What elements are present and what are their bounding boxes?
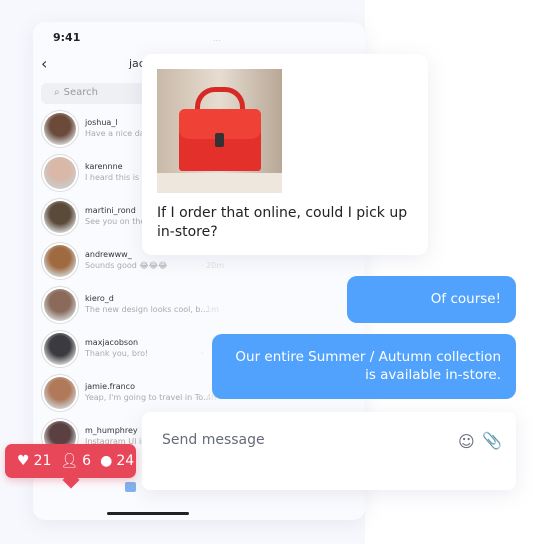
avatar [41, 154, 79, 192]
heart-icon: ♥ [17, 453, 30, 469]
avatar [41, 330, 79, 368]
incoming-message: If I order that online, could I pick up … [142, 54, 428, 255]
home-indicator [107, 512, 189, 515]
likes-count: 21 [33, 453, 52, 469]
avatar [41, 286, 79, 324]
username: karennne [85, 162, 123, 171]
conversation-item[interactable]: jamie.franco Yeap, I'm going to travel i… [41, 374, 241, 414]
message-preview: I heard this is a [85, 173, 147, 182]
notification-badge: ♥ 21 👤︎ 6 ● 24 [5, 444, 136, 478]
user-icon: 👤︎ [60, 453, 79, 469]
timestamp: · 1m [201, 305, 219, 314]
followers-count: 6 [82, 453, 92, 469]
search-placeholder: Search [63, 87, 98, 98]
username: jamie.franco [85, 382, 135, 391]
search-icon: ⌕ [54, 87, 60, 98]
outgoing-message: Our entire Summer / Autumn collection is… [212, 334, 516, 399]
camera-icon[interactable] [125, 482, 136, 492]
conversation-item[interactable]: maxjacobson Thank you, bro! · [41, 330, 241, 370]
avatar [41, 198, 79, 236]
outgoing-message: Of course! [347, 276, 516, 323]
emoji-icon[interactable]: ☺ [458, 432, 475, 451]
comments-count: 24 [116, 453, 135, 469]
username: kiero_d [85, 294, 114, 303]
incoming-message-text: If I order that online, could I pick up … [157, 205, 408, 240]
username: maxjacobson [85, 338, 139, 347]
attachment-icon[interactable]: 📎 [482, 431, 502, 450]
avatar [41, 374, 79, 412]
message-preview: See you on the [85, 217, 146, 226]
message-preview: Thank you, bro! [85, 349, 149, 358]
message-composer[interactable]: Send message ☺ 📎 [142, 412, 516, 490]
username: joshua_l [85, 118, 118, 127]
message-input[interactable]: Send message [162, 432, 265, 448]
message-preview: Sounds good 😂😂😂 [85, 261, 168, 270]
back-icon[interactable]: ‹ [41, 54, 47, 73]
avatar [41, 242, 79, 280]
message-preview: The new design looks cool, b... [85, 305, 209, 314]
timestamp: · 20m [201, 261, 225, 270]
status-time: 9:41 [53, 31, 81, 44]
username: martini_rond [85, 206, 136, 215]
message-preview: Yeap, I'm going to travel in To... [85, 393, 211, 402]
conversation-item[interactable]: kiero_d The new design looks cool, b... … [41, 286, 241, 326]
comment-icon: ● [100, 453, 113, 469]
signal-icon: ... [213, 34, 221, 43]
avatar [41, 110, 79, 148]
product-photo [157, 69, 282, 193]
timestamp: · [201, 349, 204, 358]
username: m_humphrey [85, 426, 138, 435]
username: andrewww_ [85, 250, 132, 259]
message-preview: Have a nice day [85, 129, 150, 138]
